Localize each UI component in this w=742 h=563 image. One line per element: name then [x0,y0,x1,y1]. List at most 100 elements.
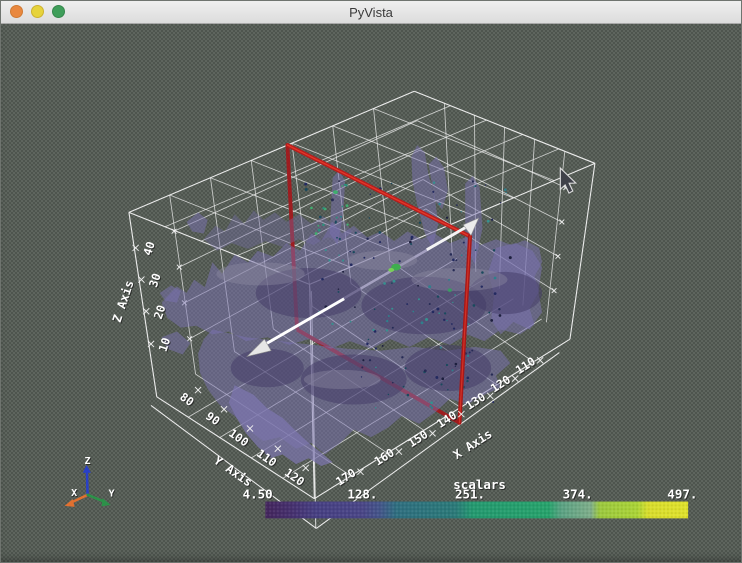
speckle-dot [460,211,462,213]
speckle-dot [474,249,477,251]
speckle-dot [452,327,456,330]
minimize-button[interactable] [31,5,44,18]
speckle-dot [406,303,409,305]
speckle-dot [381,344,384,347]
speckle-dot [374,347,378,350]
speckle-dot [438,312,440,314]
grid-line [128,90,415,213]
speckle-dot [363,256,366,259]
speckle-dot [349,250,352,253]
speckle-dot [412,310,415,313]
speckle-dot [401,356,404,359]
speckle-dot [446,319,448,322]
y-axis-title: Y Axis [211,453,255,489]
speckle-dot [375,366,377,369]
speckle-dot [354,231,357,234]
speckle-dot [472,304,476,307]
speckle-dot [344,183,348,187]
scalar-bar: scalars 4.50 128. 251. 374. 497. [243,477,697,519]
speckle-dot [366,237,369,240]
speckle-dot [492,249,496,252]
titlebar[interactable]: PyVista [1,1,741,24]
render-viewport[interactable]: Z Axis 10 20 30 40 Y Axis 80 90 100 110 … [1,24,742,563]
speckle-dot [431,310,435,314]
speckle-dot [492,401,495,404]
speckle-dot [378,231,382,234]
speckle-dot [449,253,453,256]
speckle-dot [432,190,435,193]
grid-line [164,105,451,228]
z-axis-title: Z Axis [110,279,137,325]
y-tick-label: 80 [177,390,196,409]
speckle-dot [328,259,331,262]
x-tick-label: 110 [513,354,538,377]
speckle-dot [452,301,454,304]
grid-line [569,163,596,340]
scene-canvas[interactable]: Z Axis 10 20 30 40 Y Axis 80 90 100 110 … [1,24,742,563]
zoom-button[interactable] [52,5,65,18]
speckle-dot [373,308,376,311]
grid-line [414,90,596,164]
y-tick-label: 120 [282,465,307,488]
speckle-dot [498,314,502,317]
speckle-dot [398,260,401,263]
speckle-dot [349,320,352,323]
speckle-dot [410,243,413,246]
speckle-dot [467,323,470,326]
speckle-dot [391,326,394,329]
speckle-dot [445,363,449,367]
speckle-dot [490,318,494,322]
speckle-dot [341,185,344,187]
speckle-dot [324,249,327,252]
speckle-dot [505,191,507,194]
speckle-dot [493,292,497,296]
speckle-dot [417,284,419,287]
speckle-dot [310,206,313,210]
speckle-dot [420,321,424,325]
speckle-dot [474,185,477,187]
speckle-dot [352,250,355,254]
orientation-axes-widget[interactable]: Z X Y [64,456,116,507]
speckle-dot [372,328,375,331]
speckle-dot [409,240,412,244]
scalar-bar-label: 374. [563,487,593,502]
speckle-dot [321,277,324,281]
speckle-dot [387,315,390,318]
z-tick-label: 30 [146,271,164,289]
speckle-dot [391,282,393,285]
speckle-dot [508,256,512,260]
speckle-dot [318,215,322,219]
speckle-dot [454,294,456,296]
window-title: PyVista [349,4,393,20]
speckle-dot [404,367,407,370]
scalar-bar-label: 497. [667,487,697,502]
speckle-dot [471,349,474,352]
speckle-dot [425,318,429,322]
speckle-dot [317,228,321,232]
speckle-dot [368,359,372,362]
close-button[interactable] [10,5,23,18]
speckle-dot [450,323,453,325]
speckle-dot [335,216,338,219]
speckle-dot [440,383,443,386]
speckle-dot [334,220,337,223]
scalar-bar-label: 128. [347,487,377,502]
x-axis-title: X Axis [451,427,495,462]
speckle-dot [322,206,325,210]
speckle-dot [366,342,369,346]
scalar-bar-label: 251. [455,487,485,502]
speckle-dot [345,204,349,208]
speckle-dot [362,359,365,362]
speckle-dot [341,259,345,262]
y-tick-label: 90 [203,409,222,428]
speckle-dot [486,219,490,223]
speckle-dot [360,376,363,378]
speckle-dot [402,385,405,388]
speckle-dot [378,241,382,244]
speckle-dot [361,366,364,369]
speckle-dot [428,285,432,289]
speckle-dot [430,401,433,405]
speckle-dot [504,188,507,192]
speckle-dot [428,302,431,306]
speckle-dot [387,393,390,396]
